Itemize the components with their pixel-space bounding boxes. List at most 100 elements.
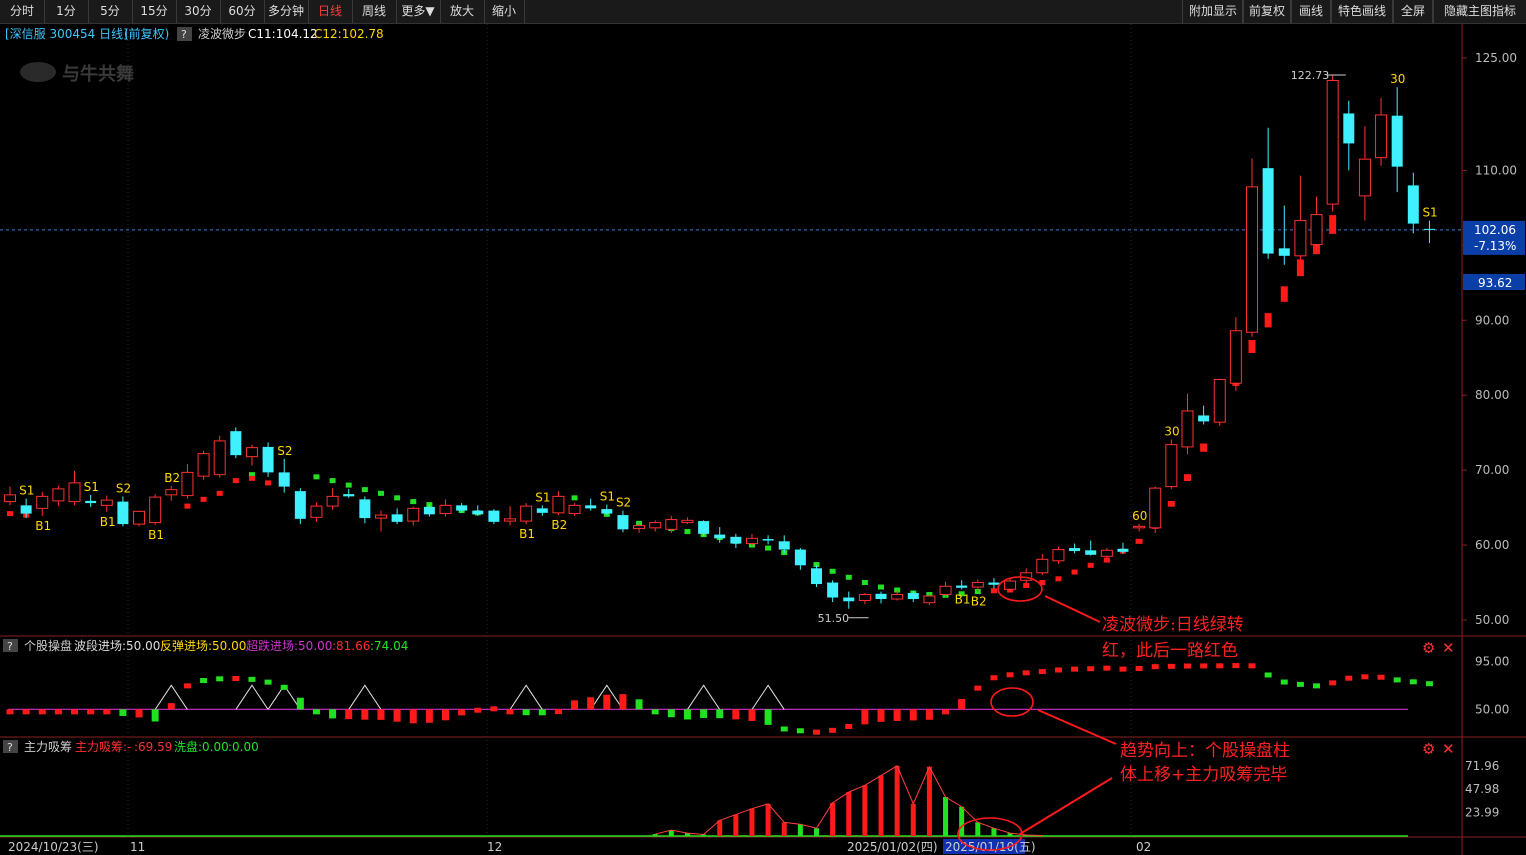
panel3-bar — [894, 765, 900, 836]
panel2-bar — [1232, 663, 1240, 669]
trend-dot-red — [1183, 474, 1191, 482]
trend-dot-green — [394, 495, 401, 501]
panel2-help-icon[interactable]: ? — [7, 640, 13, 653]
panel2-close-icon[interactable]: ✕ — [1442, 639, 1455, 657]
trend-dot-red — [1200, 443, 1208, 452]
price-tick-label: 50.00 — [1475, 613, 1509, 627]
signal-label-B2: B2 — [164, 471, 180, 485]
trend-dot-green — [361, 487, 368, 493]
trend-dot-red — [265, 480, 272, 486]
panel2-bar — [813, 729, 820, 735]
trend-dot-red — [184, 503, 191, 509]
panel2-bar — [942, 709, 950, 715]
signal-label-B1: B1 — [519, 527, 535, 541]
bull-logo-icon — [20, 62, 56, 82]
candle — [149, 494, 162, 525]
panel2-bar — [522, 709, 530, 716]
candle — [1004, 578, 1017, 592]
trend-dot-green — [329, 478, 336, 484]
main-header-item-4: C12:102.78 — [314, 27, 384, 41]
watermark-text: 与牛共舞 — [62, 63, 134, 85]
signal-label-S1: S1 — [600, 490, 615, 504]
panel2-bar — [845, 724, 853, 730]
panel2-bar — [54, 709, 62, 715]
candle — [133, 510, 146, 527]
annotation-text-2: 趋势向上：个股操盘柱 — [1120, 741, 1290, 761]
price-tick-label: 125.00 — [1475, 51, 1517, 65]
panel2-bar — [1167, 663, 1175, 669]
panel3-bar — [926, 766, 932, 836]
panel2-field-2: 反弹进场:50.00 — [160, 639, 246, 653]
panel3-close-icon[interactable]: ✕ — [1442, 740, 1455, 758]
signal-label-S1: S1 — [19, 484, 34, 498]
panel2-tick-label: 95.00 — [1475, 654, 1509, 668]
panel2-bar — [345, 709, 353, 720]
panel2-bar — [1409, 679, 1417, 685]
panel2-bar — [200, 678, 208, 684]
panel2-bar — [1071, 666, 1079, 672]
panel2-bar — [1313, 683, 1321, 689]
price-tick-label: 110.00 — [1475, 163, 1517, 177]
panel2-bar — [571, 700, 579, 710]
panel3-bar — [749, 808, 755, 836]
trend-dot-red — [1087, 562, 1094, 568]
panel3-bar — [943, 797, 949, 836]
panel2-bar — [651, 709, 659, 715]
panel2-bar — [312, 709, 320, 715]
panel2-bar — [442, 709, 450, 721]
trend-dot-green — [861, 580, 868, 586]
panel2-bar — [1103, 665, 1111, 671]
candle — [1213, 378, 1226, 426]
panel2-bar — [377, 709, 385, 720]
candle — [1326, 75, 1339, 212]
panel2-bar — [1038, 669, 1046, 675]
panel2-bar — [264, 679, 272, 685]
signal-label-B1: B1 — [955, 592, 971, 606]
price-tick-label: 60.00 — [1475, 538, 1509, 552]
panel2-bar — [151, 709, 159, 722]
annotation-text-3: 体上移+主力吸筹完毕 — [1120, 765, 1287, 785]
candle — [1052, 546, 1065, 564]
panel2-bar — [619, 694, 627, 710]
trend-dot-red — [1264, 313, 1272, 328]
panel2-bar — [119, 709, 127, 716]
panel2-settings-icon[interactable]: ⚙ — [1422, 639, 1435, 657]
main-help-icon[interactable]: ? — [181, 28, 187, 41]
panel2-bar — [1200, 663, 1208, 669]
panel2-bar — [135, 709, 143, 718]
panel2-bar — [409, 709, 417, 724]
trend-dot-green — [829, 568, 836, 574]
trend-dot-red — [1248, 339, 1256, 354]
panel2-field-0: 个股操盘 — [24, 638, 72, 653]
signal-label-B1: B1 — [148, 528, 164, 542]
panel3-tick-label: 71.96 — [1465, 759, 1499, 773]
candle — [488, 509, 500, 525]
trend-dot-red — [1167, 501, 1175, 507]
trend-dot-green — [684, 529, 691, 535]
panel2-bar — [490, 706, 498, 712]
panel2-bar — [635, 699, 643, 710]
panel2-bar — [361, 709, 369, 720]
panel2-bar — [667, 709, 675, 718]
trend-dot-red — [216, 490, 223, 496]
annotation-text-0: 凌波微步:日线绿转 — [1102, 615, 1244, 635]
panel3-settings-icon[interactable]: ⚙ — [1422, 740, 1435, 758]
date-axis-label: 11 — [130, 840, 145, 854]
panel3-bar — [717, 820, 723, 836]
panel3-bar — [991, 828, 997, 836]
panel2-bar — [87, 709, 95, 715]
signal-label-B1: B1 — [35, 519, 51, 533]
panel2-bar — [1151, 664, 1159, 670]
panel2-bar — [393, 709, 401, 722]
panel2-bar — [183, 683, 191, 689]
trend-dot-red — [1135, 538, 1143, 544]
panel2-bar — [925, 709, 933, 720]
panel2-bar — [1296, 681, 1304, 687]
candle — [294, 488, 306, 525]
panel2-field-5: :74.04 — [370, 639, 408, 653]
panel2-bar — [1216, 663, 1224, 669]
panel3-field-2: :69.59 — [134, 740, 172, 754]
panel3-field-0: 主力吸筹 — [24, 740, 72, 754]
signal-label-B2: B2 — [971, 595, 987, 609]
panel3-help-icon[interactable]: ? — [7, 741, 13, 754]
